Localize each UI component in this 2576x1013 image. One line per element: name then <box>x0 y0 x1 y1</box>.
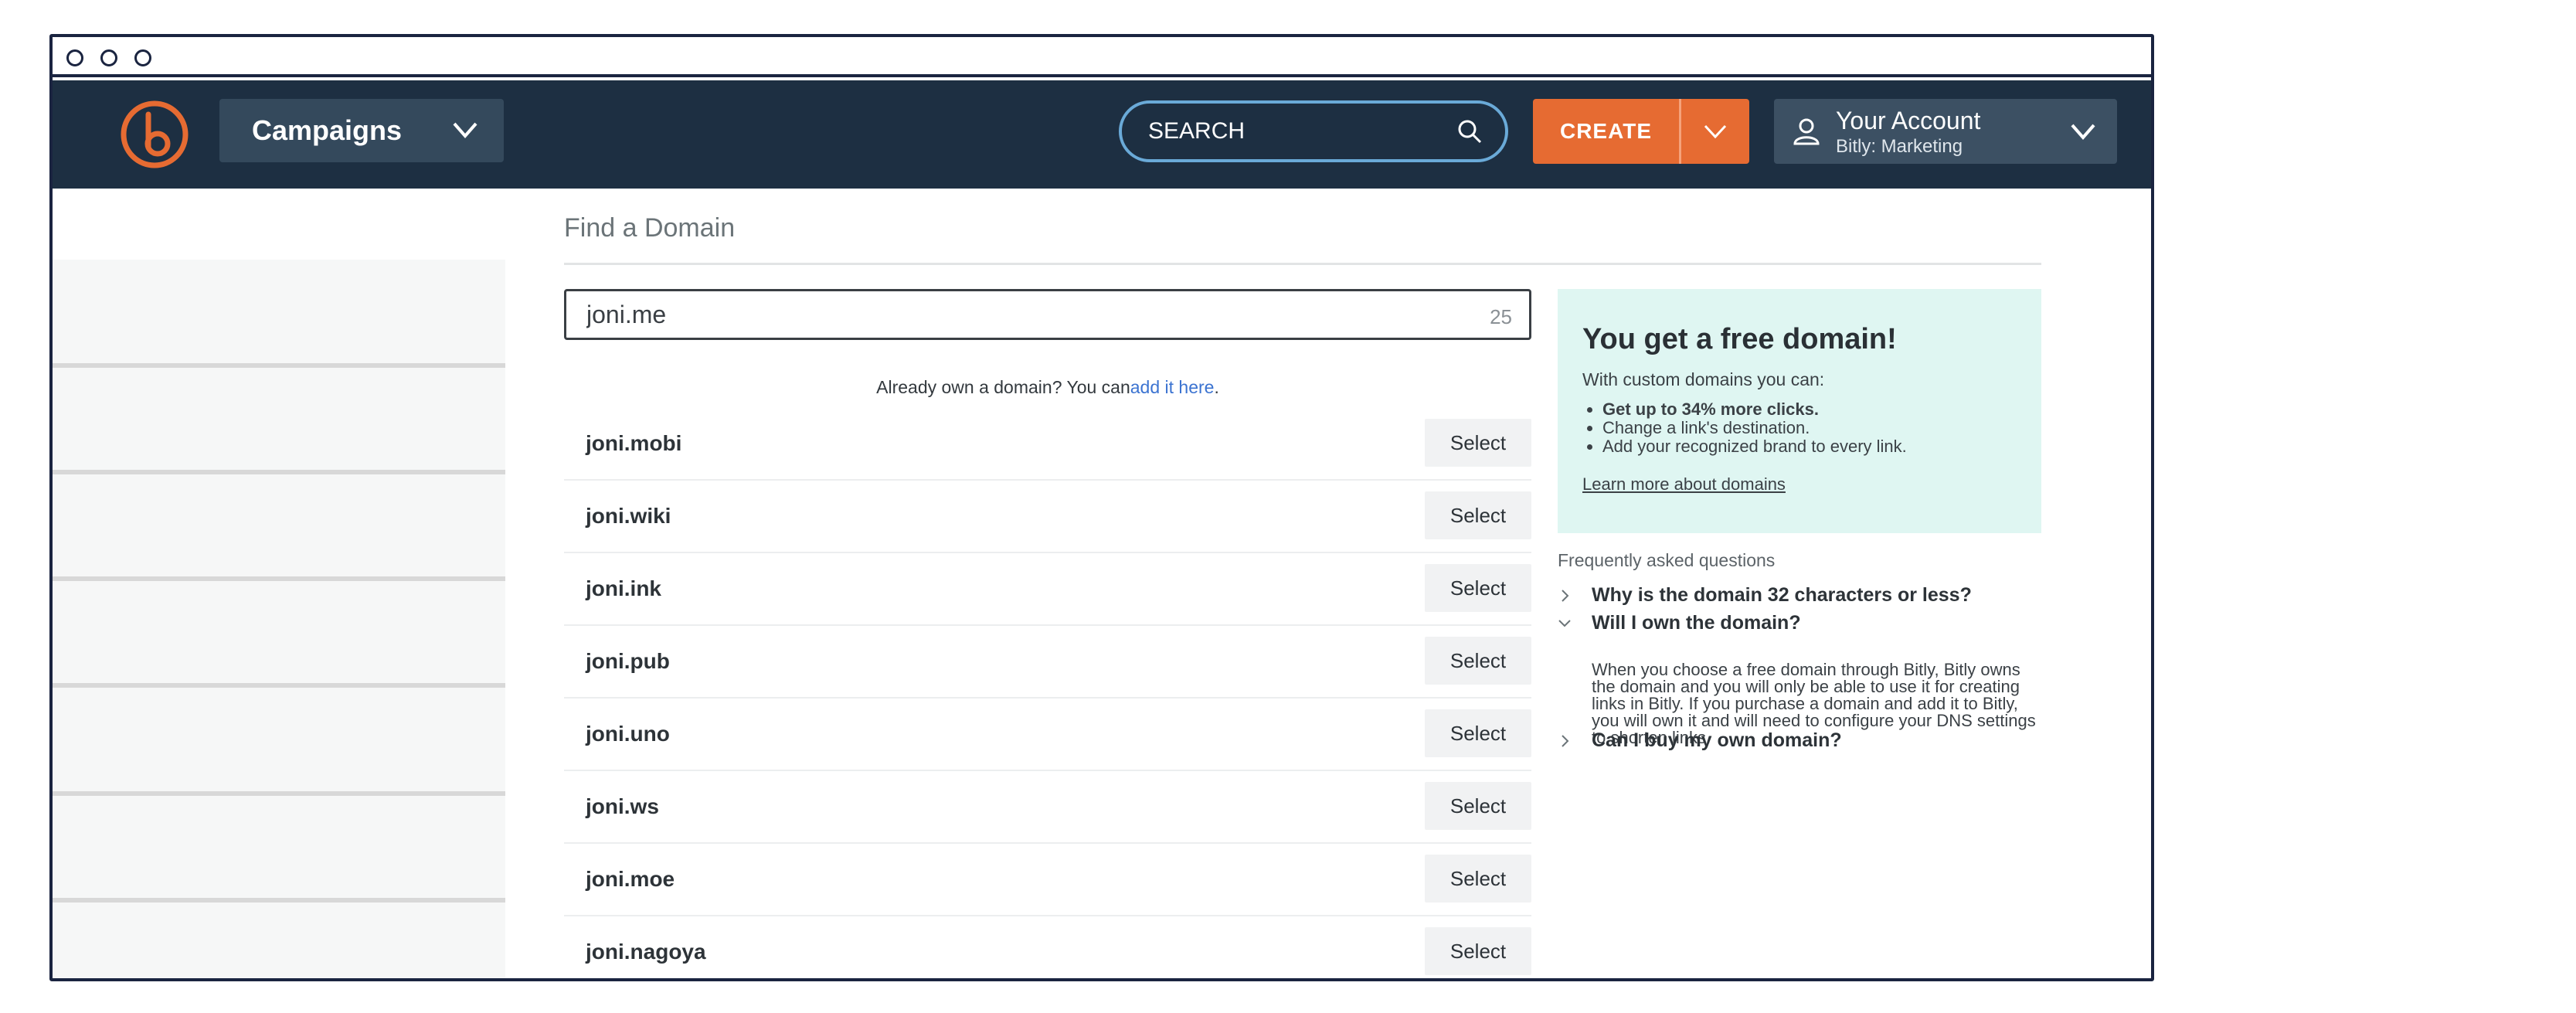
chevron-right-icon <box>1562 735 1569 747</box>
sidebar-divider <box>53 791 505 796</box>
select-domain-button[interactable]: Select <box>1425 927 1531 975</box>
add-domain-link[interactable]: add it here <box>1130 377 1215 397</box>
domain-result-row: joni.pub Select <box>564 626 1531 699</box>
domain-result-row: joni.ws Select <box>564 771 1531 844</box>
promo-benefits-list: Get up to 34% more clicks. Change a link… <box>1602 400 1907 456</box>
campaigns-dropdown[interactable]: Campaigns <box>219 99 504 162</box>
sidebar-panel <box>53 260 505 978</box>
promo-benefit: Change a link's destination. <box>1602 419 1907 437</box>
promo-benefit: Add your recognized brand to every link. <box>1602 437 1907 456</box>
account-name: Your Account <box>1836 107 1981 134</box>
domain-result-row: joni.moe Select <box>564 844 1531 916</box>
domain-result-row: joni.nagoya Select <box>564 916 1531 978</box>
domain-name: joni.nagoya <box>586 940 706 964</box>
own-domain-note-text: Already own a domain? You can <box>876 377 1130 397</box>
chevron-down-icon <box>2071 124 2095 141</box>
domain-results-list: joni.mobi Select joni.wiki Select joni.i… <box>564 408 1531 978</box>
search-box <box>1119 100 1508 162</box>
faq-question: Can I buy my own domain? <box>1592 729 1842 751</box>
window-titlebar <box>53 37 2151 77</box>
domain-search-field: 25 <box>564 289 1531 340</box>
domain-name: joni.pub <box>586 649 670 673</box>
bitly-logo-icon[interactable] <box>119 99 190 170</box>
create-button[interactable]: CREATE <box>1533 99 1681 164</box>
learn-more-domains-link[interactable]: Learn more about domains <box>1582 474 1786 495</box>
select-domain-button[interactable]: Select <box>1425 855 1531 903</box>
top-navigation: Campaigns CREATE Y <box>53 80 2151 189</box>
window-minimize-dot[interactable] <box>100 49 117 66</box>
own-domain-note-suffix: . <box>1214 377 1219 397</box>
character-count: 25 <box>1490 305 1512 328</box>
select-domain-button[interactable]: Select <box>1425 491 1531 539</box>
sidebar-placeholder <box>53 189 505 978</box>
chevron-down-icon <box>1704 124 1727 139</box>
free-domain-promo-card: You get a free domain! With custom domai… <box>1558 289 2041 533</box>
domain-result-row: joni.ink Select <box>564 553 1531 626</box>
domain-result-row: joni.uno Select <box>564 699 1531 771</box>
domain-search-input[interactable] <box>586 300 1436 329</box>
faq-heading: Frequently asked questions <box>1558 550 1776 570</box>
sidebar-divider <box>53 363 505 368</box>
chevron-down-icon <box>1558 620 1571 627</box>
domain-name: joni.ink <box>586 576 661 600</box>
promo-title: You get a free domain! <box>1582 323 1897 355</box>
sidebar-divider <box>53 470 505 474</box>
search-icon[interactable] <box>1456 117 1483 145</box>
browser-window: Campaigns CREATE Y <box>49 34 2154 981</box>
chevron-right-icon <box>1562 590 1569 602</box>
window-maximize-dot[interactable] <box>134 49 151 66</box>
select-domain-button[interactable]: Select <box>1425 419 1531 467</box>
promo-subtitle: With custom domains you can: <box>1582 369 1825 389</box>
faq-question: Why is the domain 32 characters or less? <box>1592 584 1972 606</box>
select-domain-button[interactable]: Select <box>1425 782 1531 830</box>
account-menu[interactable]: Your Account Bitly: Marketing <box>1774 99 2117 164</box>
domain-name: joni.uno <box>586 722 670 746</box>
sidebar-divider <box>53 576 505 581</box>
faq-question: Will I own the domain? <box>1592 612 1801 634</box>
campaigns-label: Campaigns <box>252 114 403 146</box>
promo-benefit: Get up to 34% more clicks. <box>1602 400 1907 419</box>
chevron-down-icon <box>453 122 477 139</box>
account-workspace: Bitly: Marketing <box>1836 136 1963 157</box>
sidebar-divider <box>53 683 505 688</box>
domain-name: joni.mobi <box>586 431 682 455</box>
select-domain-button[interactable]: Select <box>1425 564 1531 612</box>
sidebar-divider <box>53 898 505 903</box>
title-divider <box>564 263 2041 265</box>
domain-result-row: joni.mobi Select <box>564 408 1531 481</box>
create-button-group: CREATE <box>1533 99 1749 164</box>
domain-name: joni.ws <box>586 794 659 818</box>
select-domain-button[interactable]: Select <box>1425 709 1531 757</box>
window-close-dot[interactable] <box>66 49 83 66</box>
page-title: Find a Domain <box>564 213 736 243</box>
domain-name: joni.moe <box>586 867 675 891</box>
search-input[interactable] <box>1148 118 1442 144</box>
create-dropdown-toggle[interactable] <box>1681 99 1749 164</box>
user-icon <box>1793 118 1820 145</box>
domain-name: joni.wiki <box>586 504 671 528</box>
select-domain-button[interactable]: Select <box>1425 637 1531 685</box>
domain-result-row: joni.wiki Select <box>564 481 1531 553</box>
own-domain-note: Already own a domain? You canadd it here… <box>564 377 1531 398</box>
